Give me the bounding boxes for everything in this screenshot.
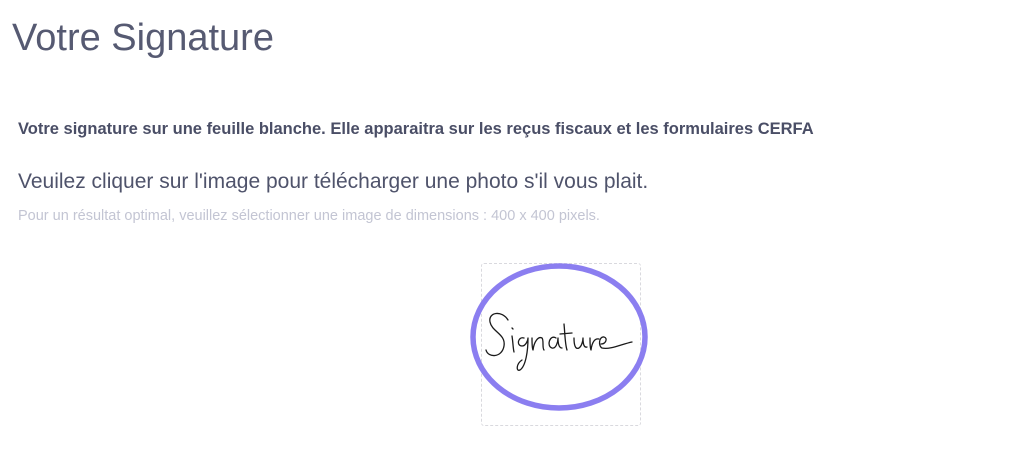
image-size-hint: Pour un résultat optimal, veuillez sélec… xyxy=(18,208,600,224)
page-title: Votre Signature xyxy=(12,17,274,59)
handwritten-signature xyxy=(485,312,633,371)
signature-image[interactable] xyxy=(468,262,650,412)
signature-description: Votre signature sur une feuille blanche.… xyxy=(18,120,814,138)
upload-instruction: Veuilez cliquer sur l'image pour télécha… xyxy=(18,170,649,193)
signature-ring xyxy=(470,263,648,411)
